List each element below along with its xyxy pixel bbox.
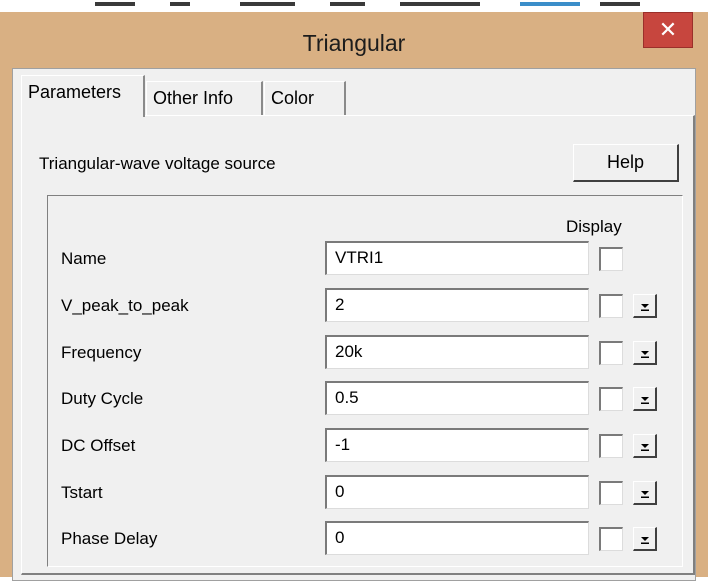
dropdown-arrow-icon xyxy=(641,397,649,404)
display-options-button[interactable] xyxy=(633,294,657,318)
param-label: Name xyxy=(61,249,107,268)
param-row: Phase Delay 0 xyxy=(13,521,697,557)
param-row: Duty Cycle 0.5 xyxy=(13,381,697,417)
window-title: Triangular xyxy=(302,30,406,56)
dropdown-arrow-icon xyxy=(641,444,649,451)
display-checkbox[interactable] xyxy=(599,247,623,271)
display-options-button[interactable] xyxy=(633,527,657,551)
param-value-input[interactable]: 2 xyxy=(325,288,589,322)
display-checkbox[interactable] xyxy=(599,434,623,458)
dialog-client-area: Parameters Other Info Color Triangular-w… xyxy=(12,68,696,581)
param-value-input[interactable]: 0 xyxy=(325,521,589,555)
dropdown-arrow-icon xyxy=(641,351,649,358)
display-options-button[interactable] xyxy=(633,481,657,505)
param-row: V_peak_to_peak 2 xyxy=(13,288,697,324)
tab-color[interactable]: Color xyxy=(264,81,346,115)
tab-parameters[interactable]: Parameters xyxy=(21,75,145,117)
display-column-header: Display xyxy=(566,217,622,236)
close-icon: ✕ xyxy=(658,17,678,42)
param-value-input[interactable]: -1 xyxy=(325,428,589,462)
display-checkbox[interactable] xyxy=(599,481,623,505)
param-value-input[interactable]: 0 xyxy=(325,475,589,509)
param-label: DC Offset xyxy=(61,436,136,455)
component-description: Triangular-wave voltage source xyxy=(39,154,276,173)
display-options-button[interactable] xyxy=(633,434,657,458)
dropdown-arrow-icon xyxy=(641,537,649,544)
param-value-input[interactable]: 20k xyxy=(325,335,589,369)
display-checkbox[interactable] xyxy=(599,527,623,551)
param-label: V_peak_to_peak xyxy=(61,296,189,315)
param-row: Frequency 20k xyxy=(13,335,697,371)
help-button[interactable]: Help xyxy=(573,144,679,182)
dropdown-arrow-icon xyxy=(641,491,649,498)
param-label: Duty Cycle xyxy=(61,389,144,408)
display-checkbox[interactable] xyxy=(599,387,623,411)
display-checkbox[interactable] xyxy=(599,294,623,318)
param-row: Name VTRI1 xyxy=(13,241,697,277)
tab-other-info[interactable]: Other Info xyxy=(146,81,263,115)
close-button[interactable]: ✕ xyxy=(643,12,693,48)
param-label: Tstart xyxy=(61,483,103,502)
display-options-button[interactable] xyxy=(633,387,657,411)
param-value-input[interactable]: 0.5 xyxy=(325,381,589,415)
dialog-window: Triangular ✕ Parameters Other Info Color… xyxy=(0,12,708,581)
dropdown-arrow-icon xyxy=(641,304,649,311)
background-window-strip xyxy=(0,0,708,12)
param-row: Tstart 0 xyxy=(13,475,697,511)
param-row: DC Offset -1 xyxy=(13,428,697,464)
param-label: Frequency xyxy=(61,343,142,362)
param-value-input[interactable]: VTRI1 xyxy=(325,241,589,275)
param-label: Phase Delay xyxy=(61,529,158,548)
display-options-button[interactable] xyxy=(633,341,657,365)
display-checkbox[interactable] xyxy=(599,341,623,365)
